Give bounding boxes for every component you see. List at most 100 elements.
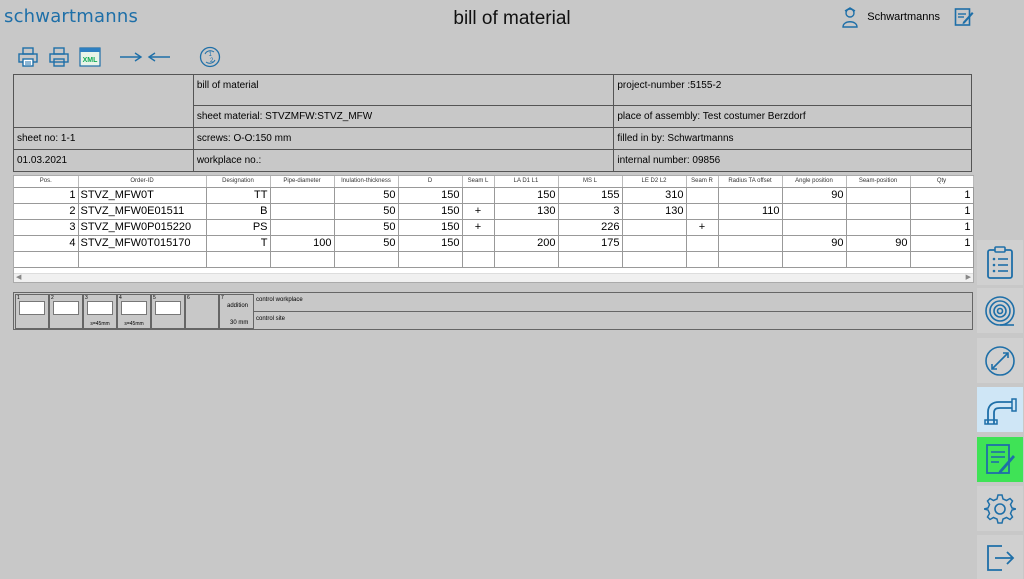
table-cell[interactable]: 90 [782,235,847,252]
column-header[interactable]: MS L [558,176,623,188]
table-cell[interactable]: 226 [558,219,623,236]
table-cell[interactable] [910,251,974,268]
table-cell[interactable] [462,251,495,268]
part-cell[interactable]: 4 s=45mm [117,294,151,329]
move-right-button[interactable] [119,46,143,68]
part-cell[interactable]: 6 [185,294,219,329]
table-cell[interactable]: 1 [910,203,974,220]
table-cell[interactable]: 50 [334,187,399,204]
column-header[interactable]: D [398,176,463,188]
table-cell[interactable]: 4 [14,235,79,252]
table-cell[interactable]: 3 [14,219,79,236]
column-header[interactable]: LE D2 L2 [622,176,687,188]
bom-grid[interactable]: Pos. Order-ID Designation Pipe-diameter Inul… [13,175,974,283]
sidebar-item-coil[interactable] [977,288,1023,333]
table-cell[interactable]: 90 [846,235,911,252]
table-cell[interactable]: 155 [558,187,623,204]
table-cell[interactable]: STVZ_MFW0T [78,187,207,204]
table-cell[interactable] [846,251,911,268]
table-cell[interactable]: 150 [398,187,463,204]
table-cell[interactable]: B [206,203,271,220]
table-cell[interactable]: STVZ_MFW0E01511 [78,203,207,220]
table-cell[interactable] [686,187,719,204]
table-cell[interactable] [686,203,719,220]
table-cell[interactable] [622,251,687,268]
table-cell[interactable] [398,251,463,268]
table-cell[interactable] [270,219,335,236]
table-cell[interactable]: + [462,219,495,236]
table-cell[interactable] [14,251,79,268]
table-cell[interactable]: STVZ_MFW0P015220 [78,219,207,236]
table-cell[interactable] [206,251,271,268]
table-cell[interactable] [494,219,559,236]
table-cell[interactable] [270,203,335,220]
sidebar-item-bill-of-material[interactable] [977,240,1023,285]
addition-cell[interactable]: 7 addition 30 mm [219,294,254,329]
table-cell[interactable]: 1 [910,187,974,204]
table-cell[interactable]: 175 [558,235,623,252]
table-cell[interactable]: 50 [334,203,399,220]
print-button[interactable] [47,46,71,68]
sidebar-item-diameter[interactable] [977,338,1023,383]
table-cell[interactable] [270,251,335,268]
table-cell[interactable] [718,235,783,252]
sidebar-item-edit[interactable] [977,437,1023,482]
table-cell[interactable]: 100 [270,235,335,252]
column-header[interactable]: Designation [206,176,271,188]
part-cell[interactable]: 3 s=45mm [83,294,117,329]
table-row[interactable] [14,251,974,268]
table-cell[interactable]: 1 [910,219,974,236]
column-header[interactable]: Seam-position [846,176,911,188]
table-cell[interactable]: 150 [398,219,463,236]
table-cell[interactable]: + [686,219,719,236]
part-cell[interactable]: 2 [49,294,83,329]
table-cell[interactable]: 50 [334,219,399,236]
table-cell[interactable] [494,251,559,268]
table-cell[interactable]: 1 [910,235,974,252]
column-header[interactable]: Seam L [462,176,495,188]
column-header[interactable]: Radius TA offset [718,176,783,188]
table-cell[interactable]: 110 [718,203,783,220]
part-cell[interactable]: 1 [15,294,49,329]
control-workplace-field[interactable]: control workplace [254,294,971,312]
sidebar-item-pipe[interactable] [977,387,1023,432]
table-cell[interactable]: 1 [14,187,79,204]
column-header[interactable]: Order-ID [78,176,207,188]
table-cell[interactable] [718,219,783,236]
scroll-left-icon[interactable]: ◀ [16,273,21,281]
table-cell[interactable]: 130 [494,203,559,220]
table-cell[interactable] [334,251,399,268]
scroll-right-icon[interactable]: ▶ [966,273,971,281]
table-cell[interactable]: TT [206,187,271,204]
table-cell[interactable] [462,235,495,252]
table-row[interactable]: 2 STVZ_MFW0E01511 B 50 150 +130 3 130 110 1 [14,203,974,220]
table-cell[interactable] [558,251,623,268]
table-cell[interactable] [782,251,847,268]
move-left-button[interactable] [147,46,171,68]
table-cell[interactable] [686,251,719,268]
table-cell[interactable] [782,203,847,220]
column-header[interactable]: Angle position [782,176,847,188]
table-cell[interactable]: 150 [398,203,463,220]
table-cell[interactable] [270,187,335,204]
user-avatar-icon[interactable] [841,6,859,28]
table-cell[interactable] [846,219,911,236]
table-cell[interactable] [782,219,847,236]
table-cell[interactable] [846,187,911,204]
table-cell[interactable] [846,203,911,220]
table-cell[interactable]: 130 [622,203,687,220]
table-cell[interactable] [462,187,495,204]
print-color-button[interactable] [16,46,40,68]
table-cell[interactable]: STVZ_MFW0T015170 [78,235,207,252]
column-header[interactable]: Pipe-diameter [270,176,335,188]
sidebar-item-logout[interactable] [977,535,1023,579]
column-header[interactable]: Seam R [686,176,719,188]
table-cell[interactable]: T [206,235,271,252]
table-cell[interactable]: 310 [622,187,687,204]
part-cell[interactable]: 5 [151,294,185,329]
table-cell[interactable]: + [462,203,495,220]
table-cell[interactable] [622,219,687,236]
table-cell[interactable] [718,187,783,204]
table-cell[interactable] [718,251,783,268]
table-cell[interactable]: 150 [494,187,559,204]
